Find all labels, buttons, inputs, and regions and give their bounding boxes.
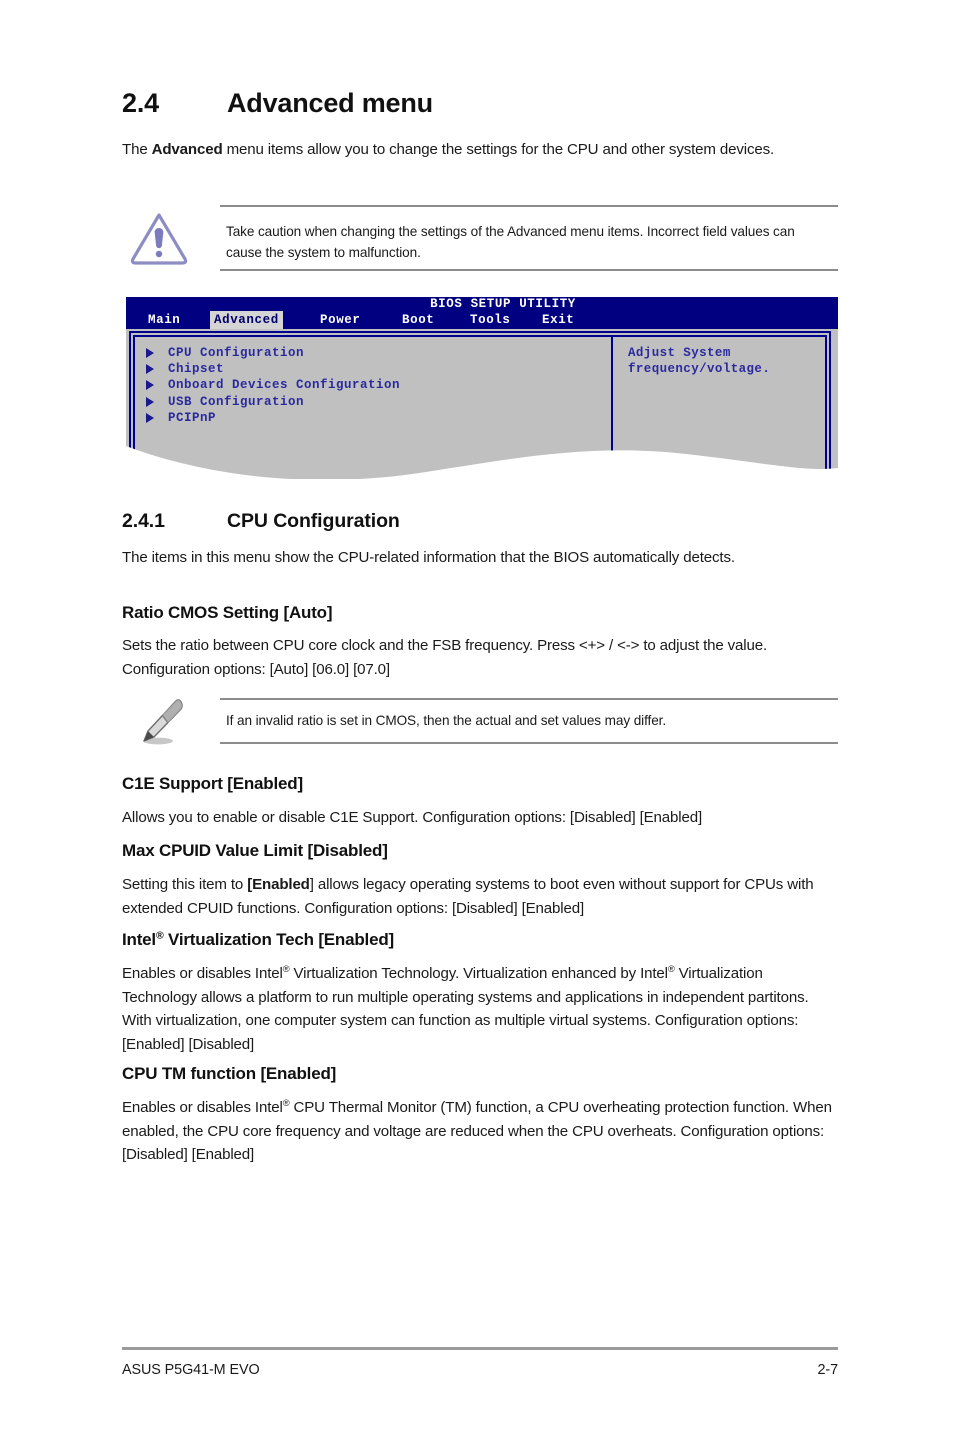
warning-callout-text: Take caution when changing the settings … bbox=[226, 224, 795, 260]
section-2-4-1-intro-paragraph: The items in this menu show the CPU-rela… bbox=[122, 549, 735, 566]
triangle-right-icon bbox=[146, 380, 154, 391]
item-body-cpu-tm-function: Enables or disables Intel® CPU Thermal M… bbox=[122, 1096, 838, 1167]
item-body-max-cpuid-value-limit: Setting this item to [Enabled] allows le… bbox=[122, 873, 838, 920]
item-heading-max-cpuid-value-limit: Max CPUID Value Limit [Disabled] bbox=[122, 841, 388, 860]
warning-triangle-icon bbox=[128, 209, 190, 274]
section-2-4-intro-paragraph: The Advanced menu items allow you to cha… bbox=[122, 138, 838, 162]
intro-text-after: menu items allow you to change the setti… bbox=[222, 141, 775, 158]
note-callout: If an invalid ratio is set in CMOS, then… bbox=[122, 698, 838, 745]
bios-menu-item-label: Onboard Devices Configuration bbox=[168, 378, 401, 393]
bios-utility-title: BIOS SETUP UTILITY bbox=[430, 297, 576, 311]
bios-menu-item-label: Chipset bbox=[168, 362, 225, 377]
registered-trademark-icon: ® bbox=[155, 929, 164, 942]
triangle-right-icon bbox=[146, 412, 154, 423]
section-number: 2.4.1 bbox=[122, 510, 165, 532]
triangle-right-icon bbox=[146, 364, 154, 375]
item-heading-cpu-tm-function: CPU TM function [Enabled] bbox=[122, 1064, 337, 1083]
bios-menu-item-label: USB Configuration bbox=[168, 394, 305, 409]
bios-tab-main[interactable]: Main bbox=[144, 311, 184, 329]
callout-rule-top bbox=[220, 205, 838, 207]
item-heading-ratio-cmos-setting: Ratio CMOS Setting [Auto] bbox=[122, 603, 333, 622]
bios-menu-list: CPU Configuration Chipset Onboard Device… bbox=[146, 345, 400, 426]
footer-page-number: 2-7 bbox=[817, 1362, 839, 1378]
body-text-p2: Virtualization Technology. Virtualizatio… bbox=[289, 965, 669, 982]
body-text-part1: Setting this item to bbox=[122, 876, 248, 893]
bios-menu-item-chipset[interactable]: Chipset bbox=[146, 361, 400, 377]
registered-trademark-icon: ® bbox=[667, 963, 675, 974]
heading-text-part2: Virtualization Tech [Enabled] bbox=[163, 930, 394, 949]
callout-rule-top bbox=[220, 698, 838, 700]
footer-divider bbox=[122, 1347, 838, 1350]
bios-tab-boot[interactable]: Boot bbox=[398, 311, 438, 329]
bios-help-text: Adjust System frequency/voltage. bbox=[628, 346, 771, 377]
intro-text-bold: Advanced bbox=[151, 141, 223, 158]
body-text-p1: Enables or disables Intel bbox=[122, 965, 283, 982]
bios-tab-tools[interactable]: Tools bbox=[466, 311, 515, 329]
note-callout-text: If an invalid ratio is set in CMOS, then… bbox=[226, 713, 667, 728]
section-number: 2.4 bbox=[122, 88, 159, 118]
item-body-c1e-support: Allows you to enable or disable C1E Supp… bbox=[122, 809, 703, 826]
bios-panel-divider bbox=[611, 335, 613, 477]
bios-menu-item-cpu-configuration[interactable]: CPU Configuration bbox=[146, 345, 400, 361]
bios-body-panel: CPU Configuration Chipset Onboard Device… bbox=[126, 329, 838, 479]
body-text-bold: [Enabled bbox=[247, 876, 310, 893]
pencil-note-icon bbox=[132, 697, 190, 752]
warning-callout: Take caution when changing the settings … bbox=[122, 205, 838, 271]
bios-menu-item-onboard-devices-configuration[interactable]: Onboard Devices Configuration bbox=[146, 377, 400, 393]
body-text-p1: Enables or disables Intel bbox=[122, 1099, 283, 1116]
intro-text-before: The bbox=[122, 141, 152, 158]
item-body-intel-virtualization-tech: Enables or disables Intel ® Virtualizatio… bbox=[122, 962, 838, 1056]
item-heading-intel-virtualization-tech: Intel® Virtualization Tech [Enabled] bbox=[122, 930, 882, 950]
section-title: CPU Configuration bbox=[227, 510, 400, 532]
section-title: Advanced menu bbox=[227, 88, 433, 118]
section-heading-2-4: 2.4 Advanced menu bbox=[122, 88, 433, 119]
triangle-right-icon bbox=[146, 348, 154, 359]
triangle-right-icon bbox=[146, 396, 154, 407]
bios-menu-item-label: PCIPnP bbox=[168, 410, 217, 425]
bios-menu-item-label: CPU Configuration bbox=[168, 346, 305, 360]
bios-menu-item-usb-configuration[interactable]: USB Configuration bbox=[146, 394, 400, 410]
item-body-ratio-cmos-setting: Sets the ratio between CPU core clock an… bbox=[122, 637, 768, 678]
bios-tab-bar: Main Advanced Power Boot Tools Exit bbox=[126, 311, 838, 329]
callout-rule-bottom bbox=[220, 269, 838, 271]
bios-screen: BIOS SETUP UTILITY Main Advanced Power B… bbox=[126, 297, 838, 479]
section-heading-2-4-1: 2.4.1 CPU Configuration bbox=[122, 510, 400, 533]
callout-rule-bottom bbox=[220, 742, 838, 744]
bios-setup-screenshot: BIOS SETUP UTILITY Main Advanced Power B… bbox=[126, 297, 838, 479]
item-heading-c1e-support: C1E Support [Enabled] bbox=[122, 774, 303, 793]
heading-text-part1: Intel bbox=[122, 930, 156, 949]
document-page: 2.4 Advanced menu The Advanced menu item… bbox=[0, 0, 954, 1438]
bios-tab-exit[interactable]: Exit bbox=[538, 311, 578, 329]
bios-tab-power[interactable]: Power bbox=[316, 311, 365, 329]
bios-menu-item-pcipnp[interactable]: PCIPnP bbox=[146, 410, 400, 426]
bios-tab-advanced[interactable]: Advanced bbox=[210, 311, 283, 329]
